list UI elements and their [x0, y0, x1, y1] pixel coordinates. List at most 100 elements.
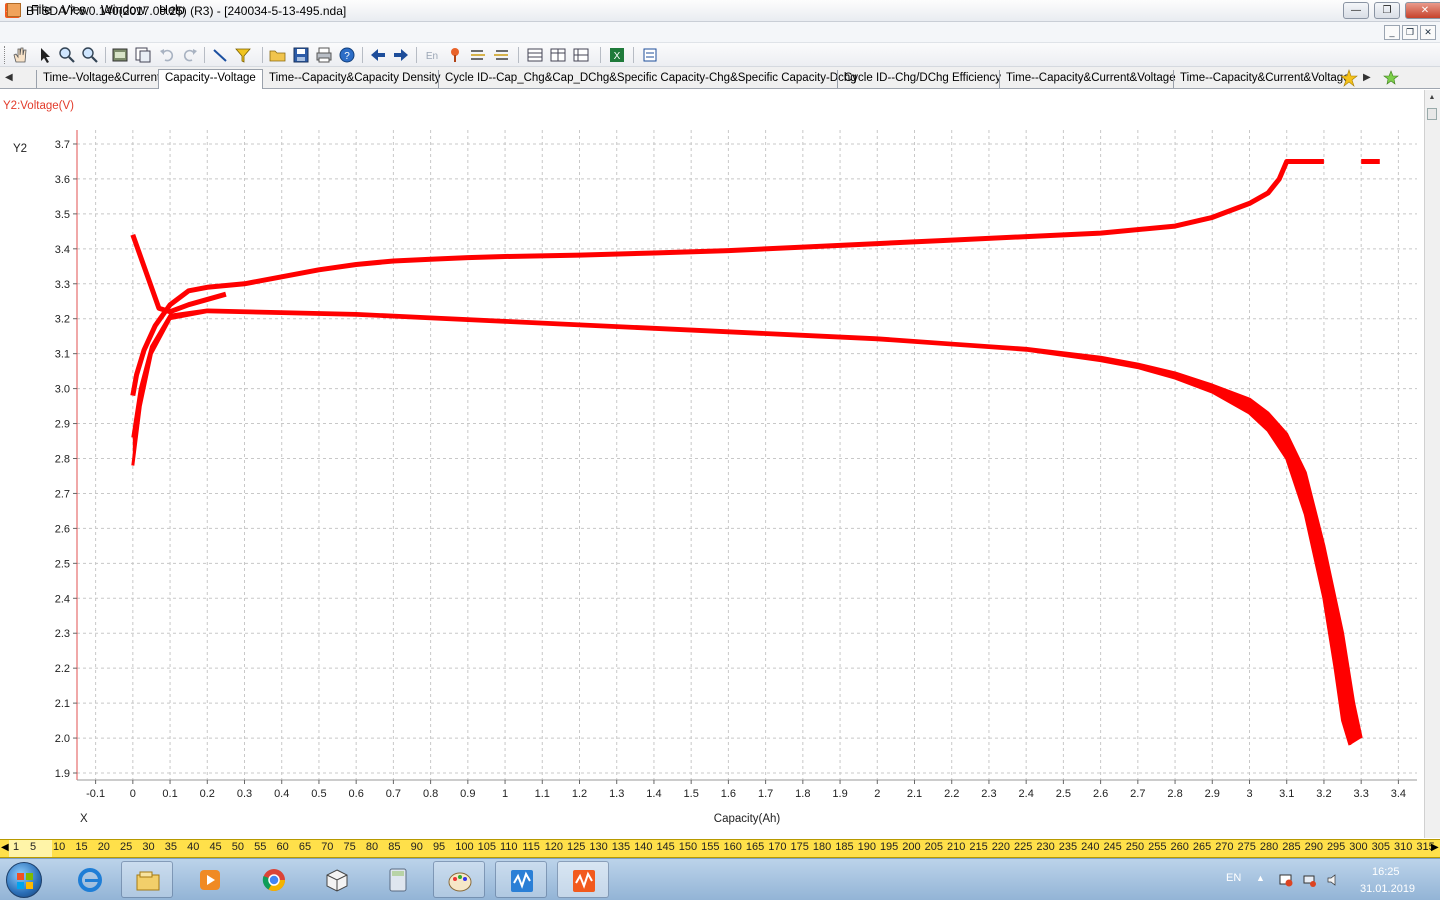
favorite-icon[interactable] — [1340, 69, 1358, 87]
ruler-left-arrow-icon[interactable]: ◀ — [1, 842, 9, 853]
tab-time-capacity-current-voltage-2[interactable]: Time--Capacity&Current&Voltage — [1173, 70, 1356, 88]
zoom-out-icon[interactable] — [81, 46, 99, 64]
taskbar-box[interactable] — [311, 861, 363, 898]
y-tick-label: 2.0 — [55, 733, 70, 745]
ruler-label: 205 — [924, 841, 943, 853]
ruler-right-arrow-icon[interactable]: ▶ — [1431, 842, 1439, 853]
save-icon[interactable] — [292, 46, 310, 64]
zoom-in-icon[interactable] — [58, 46, 76, 64]
list2-icon[interactable] — [492, 46, 510, 64]
tray-expand-icon[interactable]: ▲ — [1256, 873, 1270, 887]
taskbar-media-player[interactable] — [184, 861, 236, 898]
start-button[interactable] — [6, 862, 42, 898]
tray-network-icon[interactable] — [1302, 873, 1316, 887]
undo-icon[interactable] — [158, 46, 176, 64]
x-tick-label: 3.2 — [1316, 788, 1331, 800]
y-axis-title: Y2 — [13, 143, 27, 155]
vertical-scrollbar[interactable] — [1424, 90, 1440, 838]
scroll-up-icon[interactable]: ▲ — [1426, 94, 1438, 104]
open-icon[interactable] — [269, 46, 287, 64]
excel-icon[interactable]: X — [608, 46, 626, 64]
x-tick-label: 3.3 — [1354, 788, 1369, 800]
minimize-button[interactable]: — — [1343, 2, 1369, 19]
mdi-minimize-button[interactable]: _ — [1384, 25, 1400, 40]
filter-icon[interactable] — [234, 46, 252, 64]
toolbar-grip[interactable] — [4, 46, 7, 64]
tray-language[interactable]: EN — [1226, 872, 1241, 884]
hand-icon[interactable] — [11, 46, 29, 64]
tray-flag-icon[interactable] — [1279, 873, 1293, 887]
tab-scroll-left-icon[interactable]: ◀ — [5, 72, 13, 83]
tab-capacity-voltage[interactable]: Capacity--Voltage — [158, 69, 263, 89]
tray-date[interactable]: 31.01.2019 — [1360, 883, 1415, 895]
ruler-label: 195 — [879, 841, 899, 853]
mdi-restore-button[interactable]: ❐ — [1402, 25, 1418, 40]
taskbar-paint[interactable] — [433, 861, 485, 898]
close-button[interactable]: ✕ — [1405, 2, 1440, 19]
menu-window[interactable]: Window — [101, 3, 145, 17]
menu-view[interactable]: View — [62, 3, 89, 17]
discharge-band — [132, 310, 1362, 746]
capacity-voltage-chart[interactable]: -0.1 0 0.1 0.2 0.3 0.4 0.5 0.6 0.7 0.8 0.9 1 1.1 1.2 1… — [0, 90, 1424, 838]
taskbar-btsda-active[interactable] — [557, 861, 609, 898]
grid3-icon[interactable] — [572, 46, 590, 64]
print-icon[interactable] — [315, 46, 333, 64]
add-tab-icon[interactable] — [1382, 69, 1400, 87]
tab-time-voltage-current[interactable]: Time--Voltage&Current — [36, 70, 166, 88]
tab-cycle-capacity[interactable]: Cycle ID--Cap_Chg&Cap_DChg&Specific Capa… — [438, 70, 863, 88]
ruler-label: 90 — [410, 841, 423, 853]
pointer-icon[interactable] — [36, 46, 54, 64]
list-icon[interactable] — [469, 46, 487, 64]
taskbar-calculator[interactable] — [372, 861, 424, 898]
mdi-close-button[interactable]: ✕ — [1420, 25, 1436, 40]
x-tick-label: 0.1 — [162, 788, 177, 800]
line-tool-icon[interactable] — [211, 46, 229, 64]
chrome-icon — [262, 869, 285, 891]
back-icon[interactable] — [369, 46, 387, 64]
ruler-label: 95 — [432, 841, 446, 853]
series-line — [131, 310, 1352, 746]
tab-time-capacity-current-voltage[interactable]: Time--Capacity&Current&Voltage — [999, 70, 1182, 88]
ruler-label: 215 — [969, 841, 988, 853]
x-tick-label: 1.9 — [832, 788, 847, 800]
forward-icon[interactable] — [392, 46, 410, 64]
taskbar-chrome[interactable] — [248, 861, 300, 898]
ruler-label: 265 — [1192, 841, 1212, 853]
ruler-label: 40 — [187, 841, 200, 853]
taskbar-explorer[interactable] — [121, 861, 173, 898]
help-icon[interactable]: ? — [338, 46, 356, 64]
tab-time-capacity-density[interactable]: Time--Capacity&Capacity Density — [262, 70, 446, 88]
report-icon[interactable] — [111, 46, 129, 64]
x-tick-label: 3 — [1246, 788, 1252, 800]
ruler-label: 230 — [1036, 841, 1055, 853]
en-icon[interactable]: En — [423, 46, 441, 64]
ruler-label: 295 — [1326, 841, 1346, 853]
x-tick-label: 1.5 — [684, 788, 699, 800]
box-icon — [326, 869, 348, 892]
restore-button[interactable]: ❐ — [1374, 2, 1400, 19]
ruler-label: 240 — [1081, 841, 1100, 853]
ruler-label: 275 — [1237, 841, 1256, 853]
grid-icon[interactable] — [526, 46, 544, 64]
chart-panel: -0.1 0 0.1 0.2 0.3 0.4 0.5 0.6 0.7 0.8 0.9 1 1.1 1.2 1… — [0, 90, 1424, 838]
taskbar-ie[interactable] — [64, 861, 116, 898]
ruler-label: 250 — [1125, 841, 1145, 853]
tab-scroll-right-icon[interactable]: ▶ — [1363, 72, 1371, 83]
menu-help[interactable]: Help — [159, 3, 185, 17]
settings-icon[interactable] — [641, 46, 659, 64]
document-icon[interactable] — [7, 3, 21, 17]
grid2-icon[interactable] — [549, 46, 567, 64]
menu-file[interactable]: File — [31, 3, 51, 17]
tab-cycle-efficiency[interactable]: Cycle ID--Chg/DChg Efficiency — [837, 70, 1007, 88]
y-tick-label: 3.5 — [55, 209, 70, 221]
export-icon[interactable] — [134, 46, 152, 64]
btsda-active-icon — [573, 870, 595, 892]
marker-icon[interactable] — [446, 46, 464, 64]
ruler-label: 125 — [567, 841, 586, 853]
tray-volume-icon[interactable] — [1326, 873, 1340, 887]
x-tick-label: 1 — [502, 788, 508, 800]
tray-time[interactable]: 16:25 — [1372, 866, 1400, 878]
redo-icon[interactable] — [181, 46, 199, 64]
scroll-thumb[interactable] — [1427, 108, 1437, 120]
taskbar-btsda[interactable] — [495, 861, 547, 898]
